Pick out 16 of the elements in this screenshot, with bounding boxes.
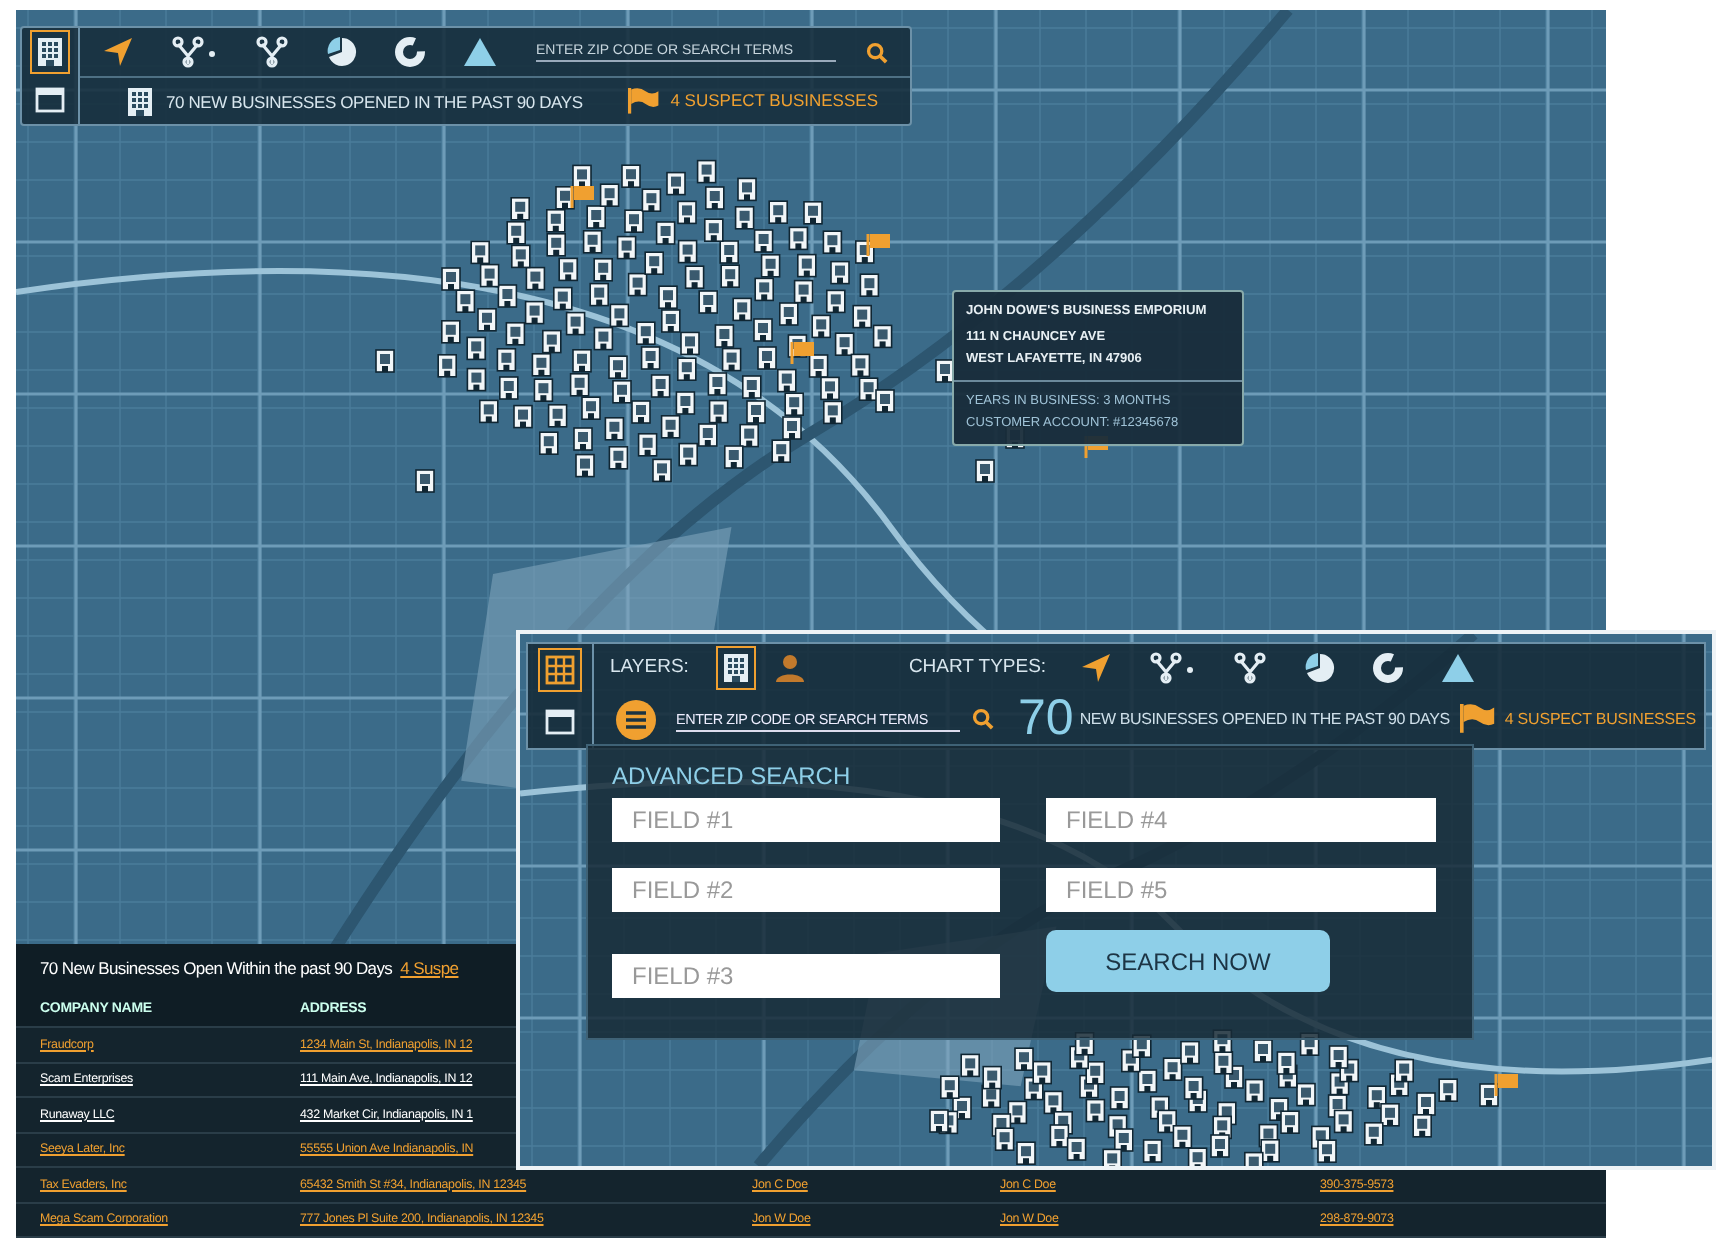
- layers-label: LAYERS:: [610, 656, 689, 678]
- panel-title: ADVANCED SEARCH: [612, 762, 853, 790]
- table-heading: 70 New Businesses Open Within the past 90 Days: [40, 958, 393, 978]
- business-count: 70: [1018, 690, 1074, 748]
- suspect-count: 4 SUSPECT BUSINESSES: [1504, 709, 1696, 728]
- suspect-count: 4 SUSPECT BUSINESSES: [670, 90, 878, 111]
- summary-text: 70 NEW BUSINESSES OPENED IN THE PAST 90 DAYS: [166, 91, 583, 111]
- search-now-button[interactable]: SEARCH NOW: [1046, 930, 1330, 992]
- chart-types-label: CHART TYPES:: [908, 656, 1047, 678]
- input-field[interactable]: FIELD #5: [1046, 868, 1436, 912]
- suspect-link[interactable]: 4 Suspe: [400, 958, 459, 978]
- input-field[interactable]: FIELD #3: [612, 954, 1000, 998]
- input-field[interactable]: FIELD #1: [612, 798, 1000, 842]
- input-field[interactable]: FIELD #2: [612, 868, 1000, 912]
- summary-text: NEW BUSINESSES OPENED IN THE PAST 90 DAYS: [1079, 710, 1450, 728]
- input-field[interactable]: FIELD #4: [1046, 798, 1436, 842]
